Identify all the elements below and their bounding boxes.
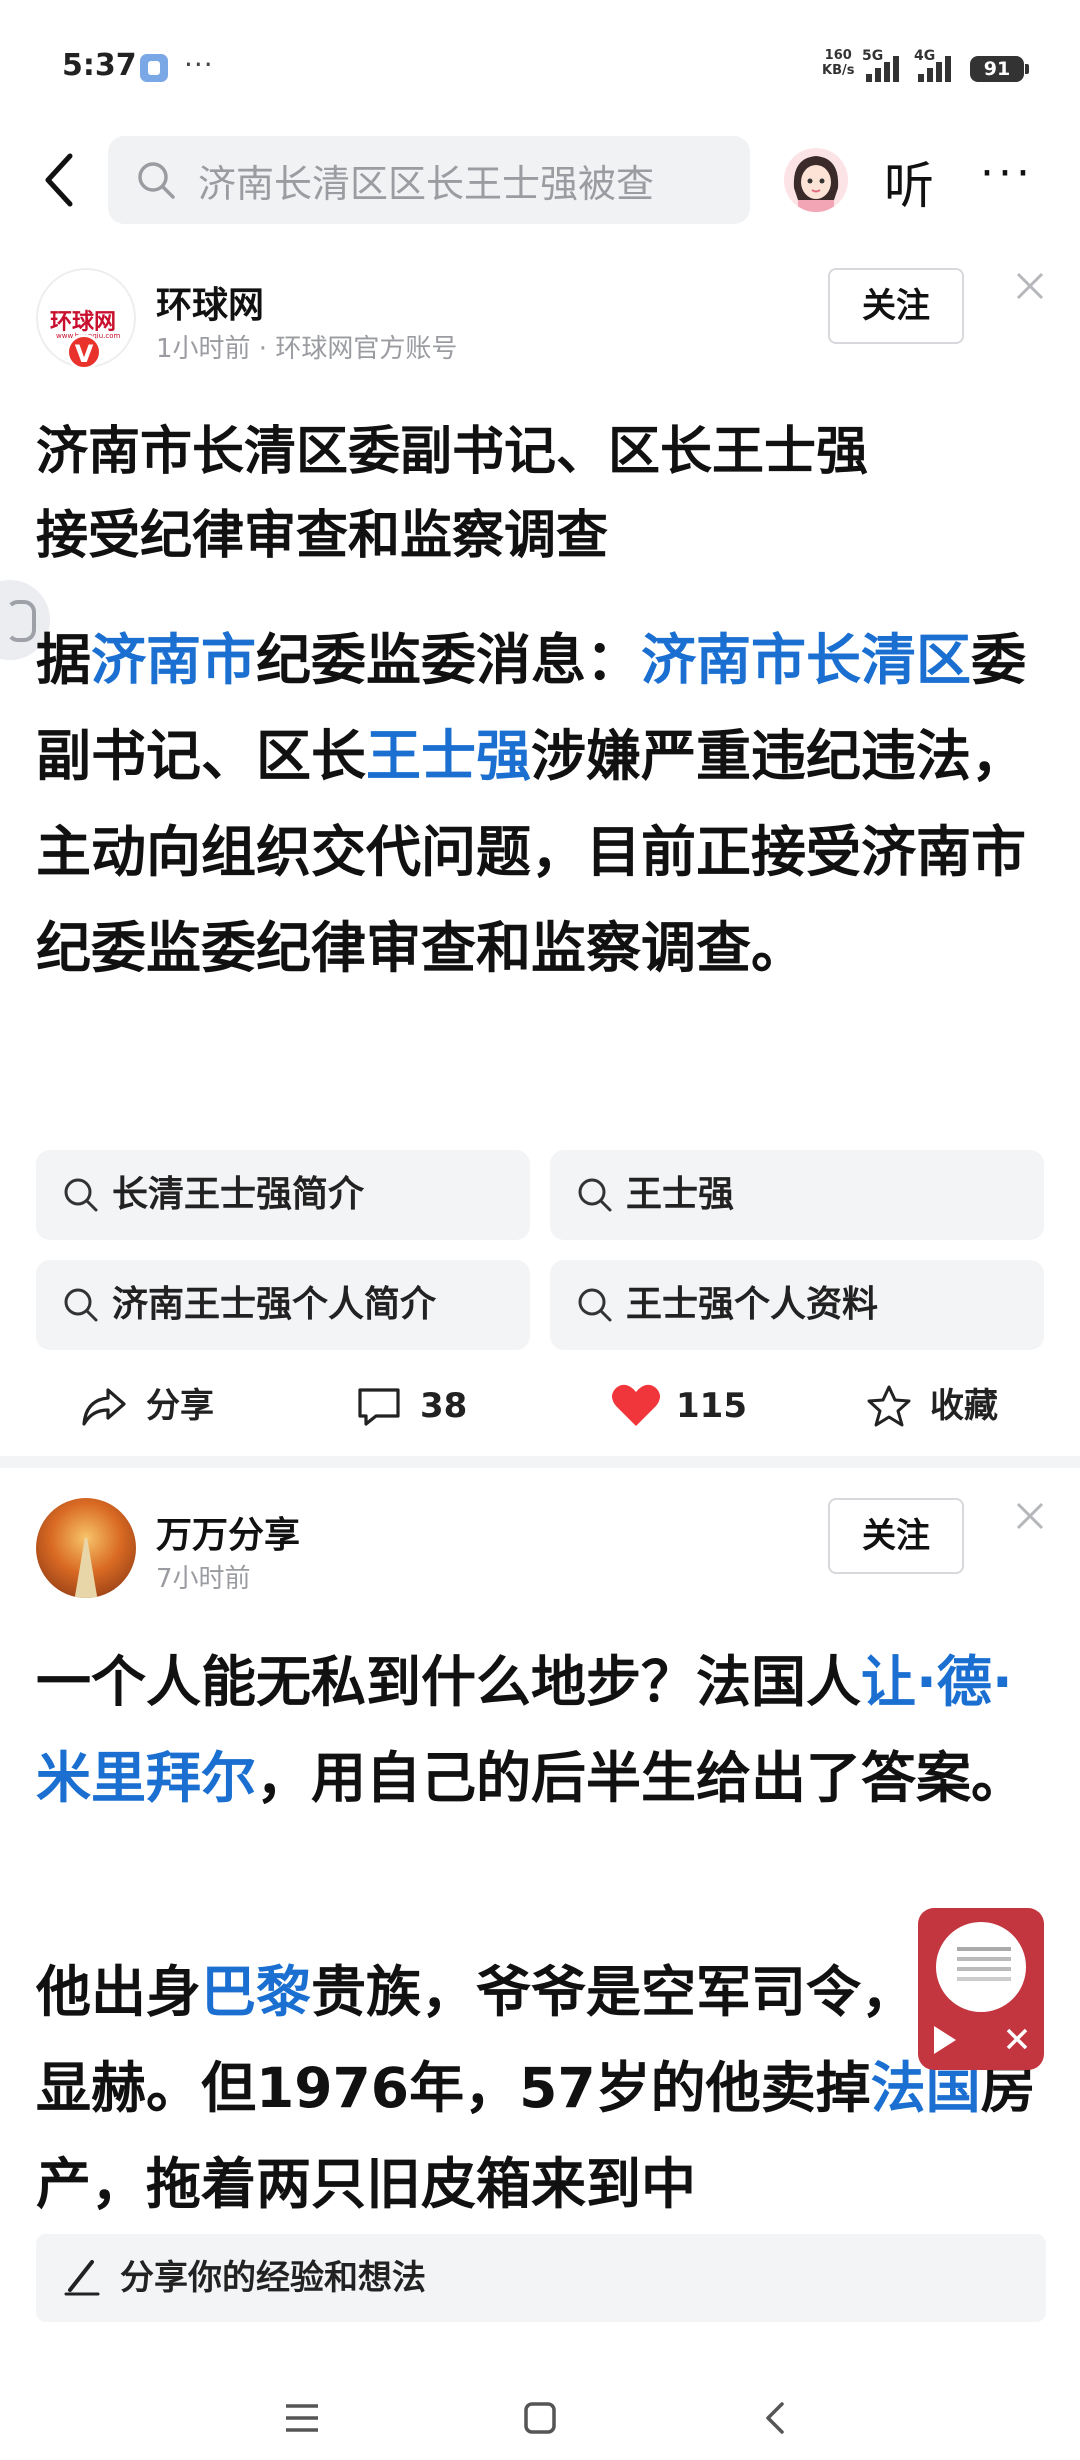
app-notification-icon [140,54,168,82]
author-meta: 1小时前 · 环球网官方账号 [156,334,458,364]
favorite-label: 收藏 [930,1386,998,1426]
signal-4g-icon: 4G [914,48,960,84]
more-options-button[interactable]: ··· [980,148,1034,199]
network-speed: 160 KB/s [822,48,854,78]
floating-video-window[interactable] [918,1908,1044,2070]
author-name[interactable]: 万万分享 [156,1506,300,1558]
star-icon [867,1385,911,1427]
assistant-avatar[interactable] [784,148,848,212]
assistant-avatar-icon [793,156,839,212]
entity-link-wangshiqiang[interactable]: 王士强 [366,724,531,788]
article-actions: 分享 38 115 收藏 [0,1366,1080,1446]
body-text: 一个人能无私到什么地步？法国人 [36,1650,862,1714]
comment-icon [358,1388,400,1426]
network-speed-value: 160 [824,48,852,63]
suggestion-chip[interactable]: 王士强个人资料 [550,1260,1044,1350]
search-input[interactable] [198,136,738,224]
menu-icon[interactable] [272,2388,332,2448]
back-button[interactable] [30,144,102,216]
share-button[interactable]: 分享 [80,1366,250,1446]
author-name[interactable]: 环球网 [156,276,264,328]
verified-badge: V [66,334,102,370]
search-icon [64,1178,98,1212]
top-navigation: 听 ··· [0,130,1080,230]
heart-icon [612,1384,660,1426]
follow-button[interactable]: 关注 [828,268,964,344]
comment-count: 38 [420,1386,468,1426]
share-icon [82,1388,126,1426]
system-navigation-bar [0,2370,1080,2460]
article-title-line2: 接受纪律审查和监察调查 [36,506,609,566]
entity-link-paris[interactable]: 巴黎 [201,1960,311,2024]
feed-divider [0,1456,1080,1468]
suggestion-label: 长清王士强简介 [112,1174,365,1215]
signal-5g-icon: 5G [862,48,908,84]
search-icon [578,1288,612,1322]
author-meta: 7小时前 [156,1564,251,1594]
network-speed-unit: KB/s [822,63,855,78]
article2-para2: 他出身巴黎贵族，爷爷是空军司令，家世显赫。但1976年，57岁的他卖掉法国房产，… [36,1944,1046,2222]
chevron-left-icon [45,153,73,207]
suggestion-chip[interactable]: 济南王士强个人简介 [36,1260,530,1350]
listen-button[interactable]: 听 [884,146,934,218]
home-icon[interactable] [510,2388,570,2448]
suggestion-label: 王士强 [626,1174,735,1215]
follow-button[interactable]: 关注 [828,1498,964,1574]
article-title-line1: 济南市长清区委副书记、区长王士强 [36,422,869,482]
play-icon[interactable] [934,2026,956,2054]
back-nav-icon[interactable] [746,2388,806,2448]
like-count: 115 [676,1386,747,1426]
article-body[interactable]: 据济南市纪委监委消息：济南市长清区委副书记、区长王士强涉嫌严重违纪违法，主动向组… [36,612,1046,996]
body-text: 他出身 [36,1960,202,2024]
share-label: 分享 [146,1386,214,1426]
suggestion-chip[interactable]: 长清王士强简介 [36,1150,530,1240]
search-icon [578,1178,612,1212]
entity-link-changqing[interactable]: 济南市长清区 [641,628,971,692]
status-more-notifications: ··· [184,48,214,81]
video-thumbnail [936,1922,1026,2012]
author-avatar[interactable] [36,1498,136,1598]
suggestion-label: 王士强个人资料 [626,1284,879,1325]
search-icon [138,162,175,199]
comment-button[interactable]: 38 [356,1366,516,1446]
article-title[interactable]: 济南市长清区委副书记、区长王士强 接受纪律审查和监察调查 [36,410,1046,578]
close-icon[interactable] [1012,1498,1048,1534]
comment-bar[interactable] [36,2234,1046,2322]
article2-author-row: 万万分享 7小时前 关注 [0,1498,1080,1608]
suggestion-chip[interactable]: 王士强 [550,1150,1044,1240]
close-icon[interactable] [1002,2024,1032,2054]
status-bar: 5:37 ··· 160 KB/s 5G 4G 91 [0,0,1080,130]
body-text: ，用自己的后半生给出了答案。 [256,1746,1027,1810]
pen-icon [64,2260,100,2296]
article1-author-row: 环球网 www.huanqiu.com V 环球网 1小时前 · 环球网官方账号… [0,268,1080,378]
comment-input[interactable] [120,2234,1020,2322]
body-text: 据 [36,628,92,692]
search-icon [64,1288,98,1322]
article2-para1: 一个人能无私到什么地步？法国人让·德·米里拜尔，用自己的后半生给出了答案。 [36,1634,1046,1826]
like-button[interactable]: 115 [610,1366,790,1446]
body-text: 纪委监委消息： [256,628,642,692]
avatar-image [74,1538,98,1598]
favorite-button[interactable]: 收藏 [866,1366,1046,1446]
battery-icon: 91 [970,56,1029,82]
status-time: 5:37 [62,48,137,83]
entity-link-jinan[interactable]: 济南市 [91,628,256,692]
close-icon[interactable] [1012,268,1048,304]
suggestion-label: 济南王士强个人简介 [112,1284,437,1325]
search-box[interactable] [108,136,750,224]
